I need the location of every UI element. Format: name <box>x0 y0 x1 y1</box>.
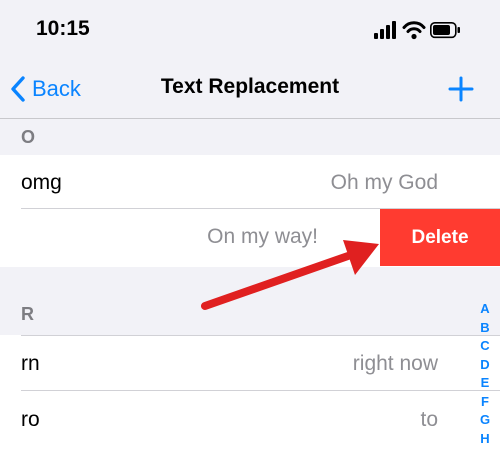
battery-icon <box>430 22 460 39</box>
section-o-list: omg Oh my God On my way! Delete <box>0 155 500 267</box>
status-bar: 10:15 <box>0 0 500 58</box>
section-header-o: O <box>0 119 500 155</box>
status-icons <box>374 20 460 40</box>
list-item-omg[interactable]: omg Oh my God <box>0 155 500 212</box>
phrase-text: omg <box>21 171 62 194</box>
index-letter[interactable]: F <box>475 393 495 412</box>
list-item-ro[interactable]: ro to <box>0 392 500 449</box>
signal-icon <box>374 21 396 39</box>
wifi-icon <box>402 21 426 40</box>
shortcut-text: to <box>420 408 438 431</box>
section-letter: R <box>21 304 34 324</box>
list-item-rn[interactable]: rn right now <box>0 336 500 393</box>
back-label: Back <box>32 76 81 101</box>
index-letter[interactable]: E <box>475 374 495 393</box>
section-header-r: R <box>0 296 500 332</box>
index-letter[interactable]: A <box>475 300 495 319</box>
row-separator <box>21 390 500 391</box>
plus-icon <box>448 76 474 102</box>
chevron-left-icon <box>11 76 25 102</box>
alphabet-index[interactable]: A B C D E F G H <box>475 300 495 448</box>
index-letter[interactable]: H <box>475 430 495 449</box>
navigation-bar: Back Text Replacement <box>0 58 500 119</box>
shortcut-text: On my way! <box>207 225 318 248</box>
shortcut-text: Oh my God <box>330 171 438 194</box>
section-letter: O <box>21 127 36 147</box>
section-r-list: rn right now ro to <box>0 335 500 450</box>
index-letter[interactable]: B <box>475 319 495 338</box>
phrase-text: rn <box>21 352 40 375</box>
index-letter[interactable]: G <box>475 411 495 430</box>
delete-button[interactable]: Delete <box>380 209 500 266</box>
status-time: 10:15 <box>36 17 90 40</box>
back-button[interactable]: Back <box>10 72 81 106</box>
list-item-swiped[interactable]: On my way! Delete <box>0 209 500 266</box>
add-button[interactable] <box>444 72 478 106</box>
index-letter[interactable]: C <box>475 337 495 356</box>
shortcut-text: right now <box>352 352 438 375</box>
index-letter[interactable]: D <box>475 356 495 375</box>
phrase-text: ro <box>21 408 40 431</box>
